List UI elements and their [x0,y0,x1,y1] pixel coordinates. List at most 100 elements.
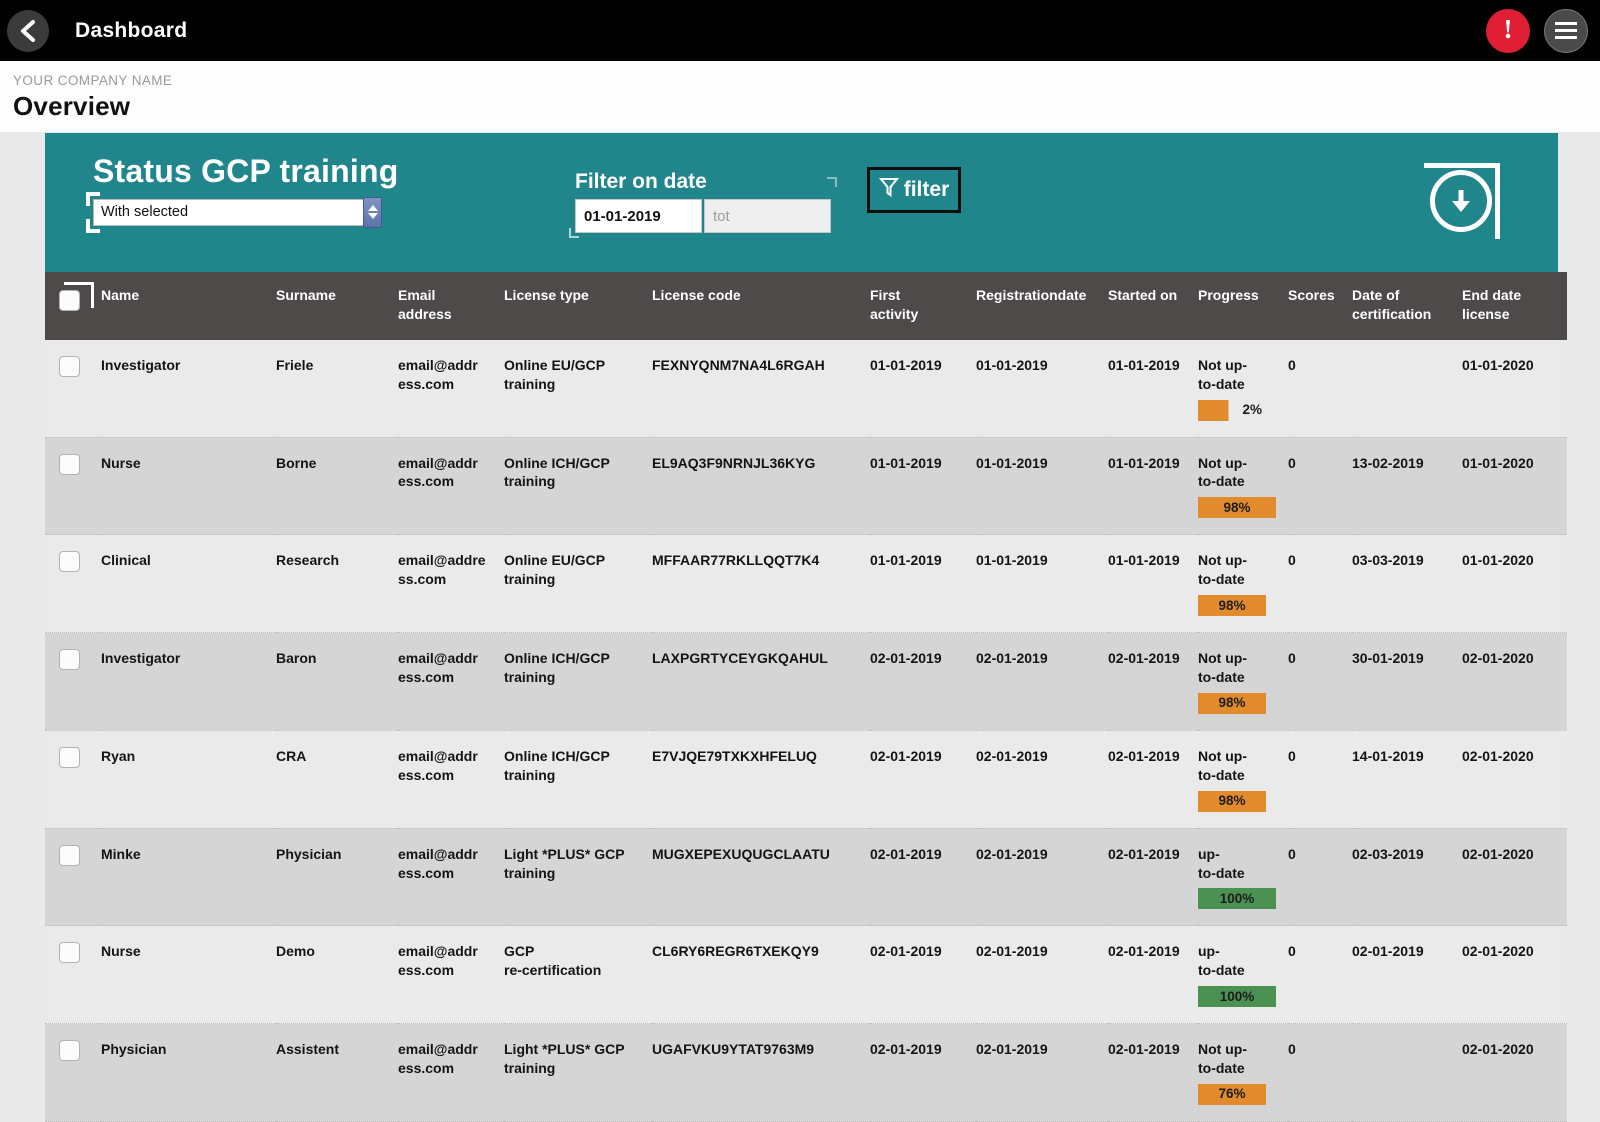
cell-started-on: 02-01-2019 [1108,747,1180,764]
cell-first-activity: 01-01-2019 [870,356,942,373]
header-surname[interactable]: Surname [276,272,398,340]
header-progress[interactable]: Progress [1198,272,1288,340]
header-end-date-license[interactable]: End date license [1462,272,1567,340]
header-license-type[interactable]: License type [504,272,652,340]
header-license-code[interactable]: License code [652,272,870,340]
cell-name: Nurse [101,454,141,471]
company-name: YOUR COMPANY NAME [13,73,173,88]
cell-date-of-certification [1352,1024,1462,1122]
focus-bracket-bottom-left-icon [86,218,100,233]
table-row[interactable]: Investigator Baron email@addr ess.com Online… [45,632,1567,731]
row-checkbox[interactable] [59,649,80,671]
cell-scores: 0 [1288,943,1296,960]
row-checkbox[interactable] [59,942,80,964]
header-first-activity[interactable]: First activity [870,272,976,340]
header-scores[interactable]: Scores [1288,272,1352,340]
cell-progress: up-to-date 100% [1198,926,1288,1024]
hamburger-menu-button[interactable] [1544,8,1588,53]
cell-registration-date: 02-01-2019 [976,747,1048,764]
progress-status-label: Not up-to-date [1198,356,1247,392]
row-checkbox[interactable] [59,844,80,866]
table-row[interactable]: Clinical Research email@addre ss.com Online … [45,534,1567,633]
header-started-on[interactable]: Started on [1108,272,1198,340]
cell-name: Minke [101,845,141,862]
header-end-l2: license [1462,305,1510,322]
cell-email: email@address.com [398,356,478,392]
row-select-cell [45,340,101,437]
table-row[interactable]: Minke Physician email@addr ess.com Light *PL… [45,828,1567,926]
table-body: Investigator Friele email@addr ess.com Onlin… [45,339,1567,1122]
row-select-cell [45,1024,101,1122]
header-cert-l2: certification [1352,305,1432,322]
cell-progress: Not up-to-date 98% [1198,535,1288,633]
header-fa-l2: activity [870,305,919,322]
chevron-left-icon [18,19,38,43]
progress-status-label: Not up-to-date [1198,747,1247,783]
progress-bar: 98% [1198,595,1266,617]
download-circle-icon [1430,170,1492,232]
cell-date-of-certification: 03-03-2019 [1352,552,1424,569]
focus-corner-right-icon [827,177,837,187]
alert-button[interactable]: ! [1486,8,1530,53]
header-registration-date[interactable]: Registrationdate [976,272,1108,340]
select-all-header [45,272,101,340]
table-row[interactable]: Physician Assistent email@addr ess.com Light… [45,1023,1567,1122]
download-button[interactable] [1424,163,1500,239]
table-row[interactable]: Nurse Demo email@addr ess.com GCP re-certific… [45,925,1567,1024]
cell-license-type: Online EU/GCP training [504,356,606,392]
cell-end-date-license: 02-01-2020 [1462,1041,1534,1058]
row-checkbox[interactable] [59,746,80,768]
overview-card: Status GCP training With selected Filter… [45,133,1567,1122]
table-row[interactable]: Nurse Borne email@addr ess.com Online ICH/GC… [45,437,1567,535]
row-checkbox[interactable] [59,453,80,475]
row-select-cell [45,926,101,1024]
cell-end-date-license: 02-01-2020 [1462,845,1534,862]
progress-status-label: up-to-date [1198,943,1245,979]
cell-first-activity: 01-01-2019 [870,552,942,569]
row-checkbox[interactable] [59,1040,80,1062]
chevron-down-icon [367,213,378,220]
cell-license-code: UGAFVKU9YTAT9763M9 [652,1041,815,1058]
cell-registration-date: 02-01-2019 [976,1041,1048,1058]
progress-status-label: Not up-to-date [1198,1041,1247,1077]
select-stepper[interactable] [363,196,382,228]
cell-end-date-license: 02-01-2020 [1462,943,1534,960]
cell-license-code: E7VJQE79TXKXHFELUQ [652,747,817,764]
focus-corner-bottom-icon [569,228,579,238]
select-all-checkbox[interactable] [59,290,80,311]
progress-bar: 98% [1198,497,1276,519]
cell-scores: 0 [1288,845,1296,862]
gcp-training-table: Name Surname Email address License type L… [45,272,1567,1122]
cell-license-code: MFFAAR77RKLLQQT7K4 [652,552,820,569]
cell-progress: up-to-date 100% [1198,828,1288,926]
header-email[interactable]: Email address [398,272,504,340]
bulk-action-select[interactable]: With selected [93,198,374,226]
header-date-of-certification[interactable]: Date of certification [1352,272,1462,340]
cell-surname: Friele [276,356,314,373]
cell-license-code: CL6RY6REGR6TXEKQY9 [652,943,819,960]
header-name[interactable]: Name [101,272,276,340]
cell-date-of-certification [1352,340,1462,437]
table-row[interactable]: Investigator Friele email@addr ess.com Onlin… [45,339,1567,438]
table-row[interactable]: Ryan CRA email@addr ess.com Online ICH/GCP tr… [45,730,1567,829]
filter-button[interactable]: filter [867,167,961,213]
back-button[interactable] [7,9,49,52]
date-from-input[interactable]: 01-01-2019 [575,199,702,233]
row-checkbox[interactable] [59,355,80,377]
cell-registration-date: 01-01-2019 [976,552,1048,569]
cell-license-type: Online ICH/GCP training [504,650,610,686]
cell-date-of-certification: 02-01-2019 [1352,943,1424,960]
cell-email: email@address.com [398,454,478,490]
progress-status-label: Not up-to-date [1198,454,1247,490]
panel-heading: Status GCP training [93,153,399,189]
select-all-wrap [59,282,97,316]
cell-license-code: LAXPGRTYCEYGKQAHUL [652,650,828,667]
cell-registration-date: 01-01-2019 [976,356,1048,373]
row-checkbox[interactable] [59,551,80,573]
date-to-input[interactable]: tot [704,199,831,233]
header-email-l1: Email [398,287,436,303]
cell-license-type: Online ICH/GCP training [504,747,610,783]
cell-name: Physician [101,1041,167,1058]
cell-surname: Assistent [276,1041,340,1058]
filter-on-date-label: Filter on date [575,170,707,193]
